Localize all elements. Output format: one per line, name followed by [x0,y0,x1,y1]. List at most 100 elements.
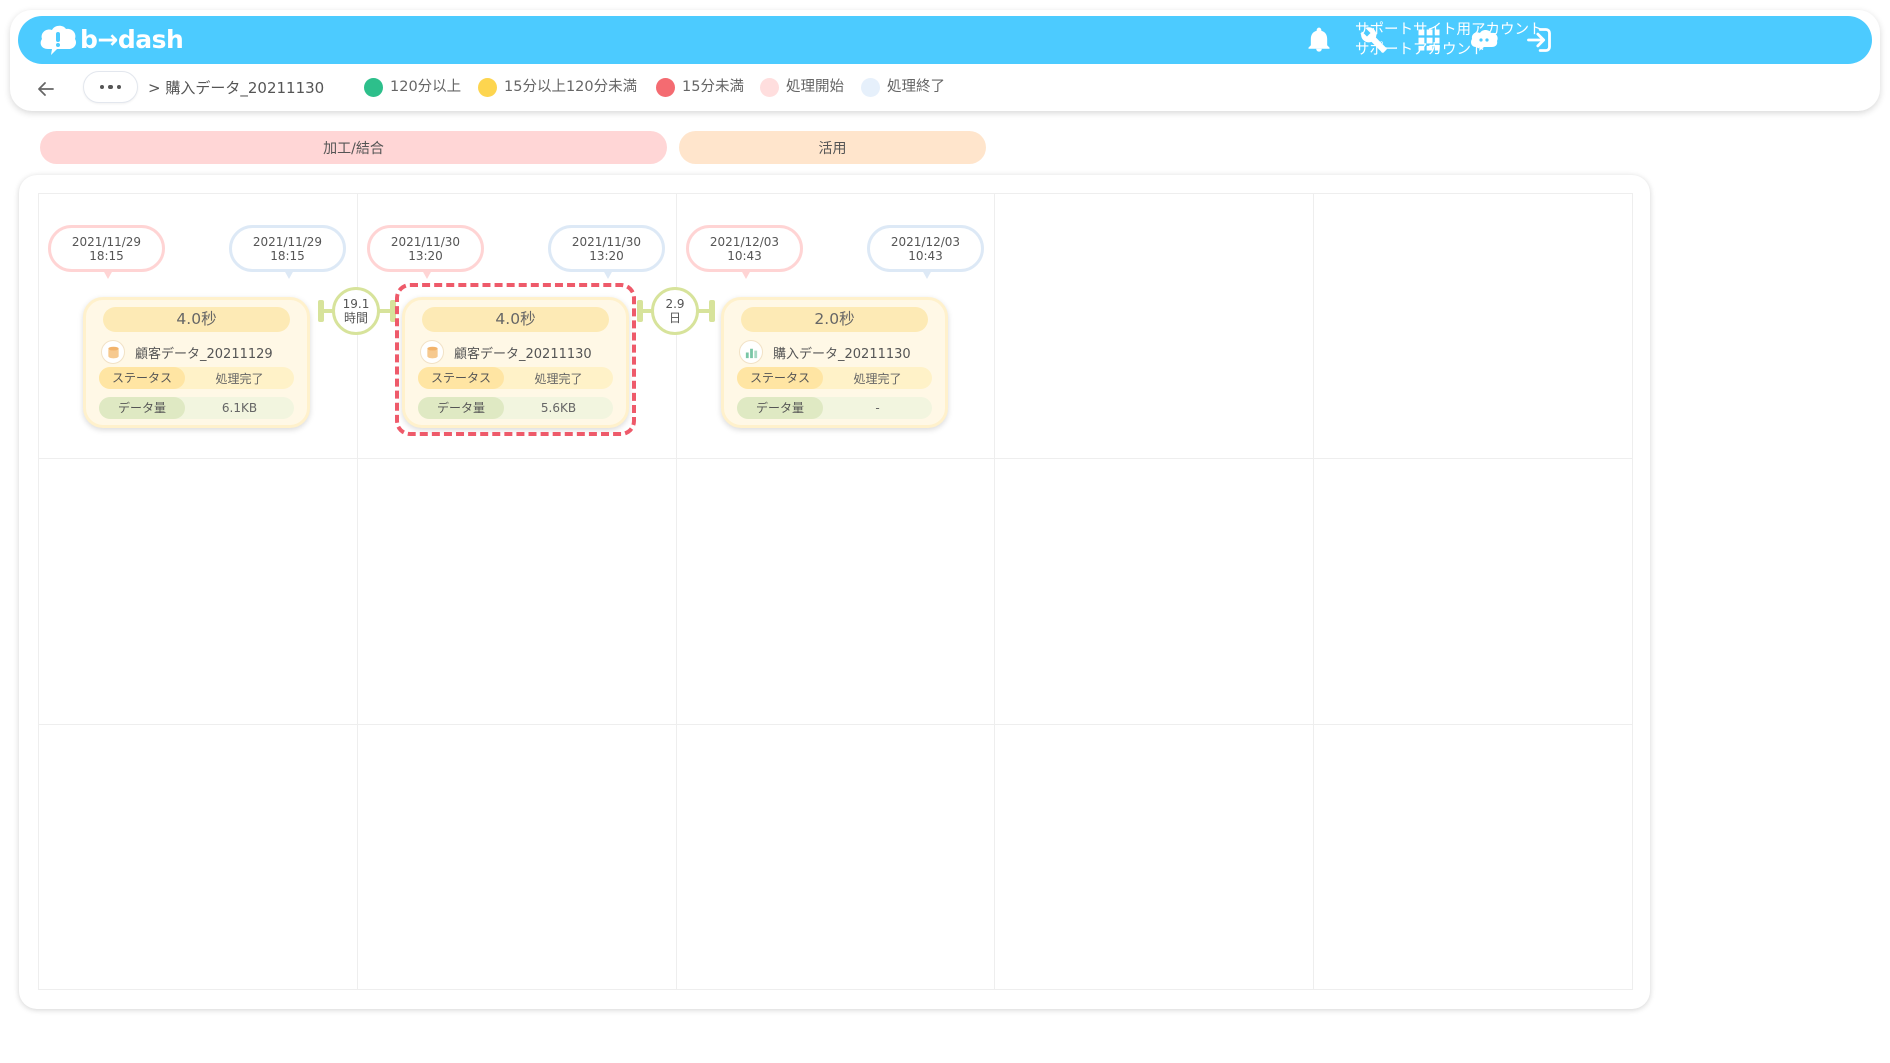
legend-label: 処理開始 [786,79,844,95]
data-size-key: データ量 [418,397,504,419]
node-name: 購入データ_20211130 [773,346,911,362]
start-date: 2021/11/29 [71,234,142,249]
data-size-key: データ量 [99,397,185,419]
legend-label: 処理終了 [887,79,945,95]
legend-dot [478,77,497,97]
data-size-value: 5.6KB [540,401,577,415]
legend-label: 120分以上 [390,79,462,95]
status-key: ステータス [418,367,504,389]
phase-tab-usage[interactable]: 活用 [679,131,986,164]
connector-cap [637,300,643,322]
status-row: ステータス 処理完了 [418,367,613,389]
data-size-row: データ量 6.1KB [99,397,294,419]
bell-icon[interactable] [1303,24,1335,56]
database-icon [420,340,444,364]
end-time: 18:15 [270,248,305,263]
start-time: 18:15 [89,248,124,263]
database-icon [101,340,125,364]
connector-cap [390,300,396,322]
gap-unit: 時間 [343,311,368,325]
node-duration: 4.0秒 [103,307,290,332]
grid-cell [39,459,358,725]
end-time: 13:20 [589,248,624,263]
node-duration: 2.0秒 [741,307,928,332]
end-time: 10:43 [908,248,943,263]
grid-cell [995,194,1315,460]
legend-label: 15分未満 [682,79,744,95]
status-row: ステータス 処理完了 [737,367,932,389]
end-time-bubble: 2021/12/03 10:43 [867,225,984,279]
flow-node-customer-20211130[interactable]: 4.0秒 顧客データ_20211130 ステータス 処理完了 データ量 5.6K… [402,297,629,428]
logo-text: b→dash [80,25,184,54]
end-date: 2021/12/03 [890,234,961,249]
logout-icon[interactable] [1523,24,1555,56]
legend-item-end: 処理終了 [861,77,945,97]
status-key: ステータス [737,367,823,389]
grid-cell [1314,459,1633,725]
breadcrumb-separator: > [148,79,161,97]
flow-node-purchase-20211130[interactable]: 2.0秒 購入データ_20211130 ステータス 処理完了 データ量 - [721,297,948,428]
legend-item-over-120: 120分以上 [364,77,461,97]
start-time-bubble: 2021/11/30 13:20 [367,225,484,279]
grid-cell [676,724,996,990]
grid-cell [1314,194,1633,460]
status-value: 処理完了 [853,371,902,386]
breadcrumb-current: 購入データ_20211130 [165,79,325,97]
legend-item-start: 処理開始 [760,77,844,97]
chart-icon [739,340,763,364]
legend-dot [760,77,779,97]
wrench-icon[interactable] [1358,24,1390,56]
gap-value: 2.9 [665,297,685,311]
grid-cell [995,459,1315,725]
node-name: 顧客データ_20211130 [454,346,592,362]
start-time-bubble: 2021/12/03 10:43 [686,225,803,279]
node-name: 顧客データ_20211129 [135,346,273,362]
data-size-row: データ量 - [737,397,932,419]
back-arrow-icon[interactable] [36,79,56,99]
grid-cell [357,724,677,990]
logo-cloud-icon [40,25,77,55]
grid-cell [676,459,996,725]
grid-cell [39,724,358,990]
breadcrumb: > 購入データ_20211130 [148,78,324,98]
start-time: 13:20 [408,248,443,263]
grid-cell [357,459,677,725]
legend-dot [364,77,383,97]
chat-bot-icon[interactable] [1468,24,1500,56]
node-duration: 4.0秒 [422,307,609,332]
legend-label: 15分以上120分未満 [504,79,638,95]
apps-grid-icon[interactable] [1413,24,1445,56]
connector-cap [318,300,324,322]
start-time: 10:43 [727,248,762,263]
breadcrumb-more-button[interactable] [83,71,138,103]
data-size-row: データ量 5.6KB [418,397,613,419]
legend-dot [656,77,675,97]
status-row: ステータス 処理完了 [99,367,294,389]
start-date: 2021/12/03 [709,234,780,249]
flow-node-customer-20211129[interactable]: 4.0秒 顧客データ_20211129 ステータス 処理完了 データ量 6.1K… [83,297,310,428]
end-date: 2021/11/29 [252,234,323,249]
gap-value: 19.1 [342,297,370,311]
start-date: 2021/11/30 [390,234,461,249]
grid-cell [1314,724,1633,990]
legend-dot [861,77,880,97]
connector-cap [709,300,715,322]
data-size-key: データ量 [737,397,823,419]
end-time-bubble: 2021/11/29 18:15 [229,225,346,279]
phase-tab-processing[interactable]: 加工/結合 [40,131,667,164]
time-gap-badge: 2.9 日 [651,287,699,335]
data-size-value: - [875,401,880,415]
time-gap-badge: 19.1 時間 [332,287,380,335]
status-value: 処理完了 [534,371,583,386]
data-size-value: 6.1KB [221,401,258,415]
start-time-bubble: 2021/11/29 18:15 [48,225,165,279]
logo[interactable]: b→dash [38,23,184,57]
legend-item-15-to-120: 15分以上120分未満 [478,77,637,97]
end-time-bubble: 2021/11/30 13:20 [548,225,665,279]
end-date: 2021/11/30 [571,234,642,249]
grid-cell [995,724,1315,990]
gap-unit: 日 [668,311,681,325]
status-key: ステータス [99,367,185,389]
status-value: 処理完了 [215,371,264,386]
app-bar: b→dash サポートサイト用アカウント サポートアカウント [18,16,1872,64]
